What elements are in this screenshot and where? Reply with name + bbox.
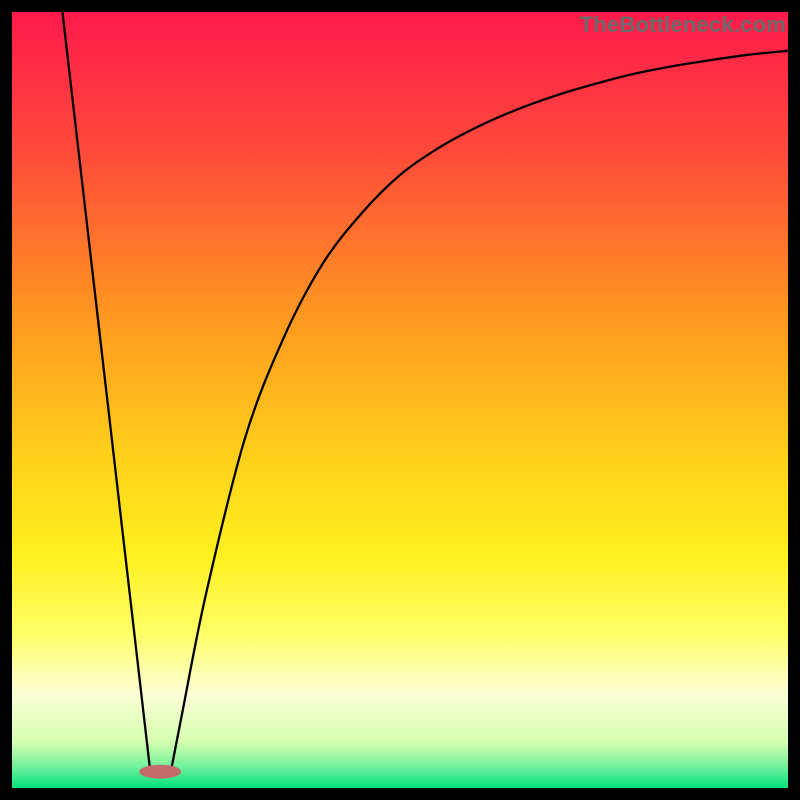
bottleneck-chart bbox=[12, 12, 788, 788]
bottleneck-marker-icon bbox=[139, 765, 181, 779]
chart-frame: TheBottleneck.com bbox=[12, 12, 788, 788]
gradient-background bbox=[12, 12, 788, 788]
watermark-text: TheBottleneck.com bbox=[580, 12, 786, 38]
